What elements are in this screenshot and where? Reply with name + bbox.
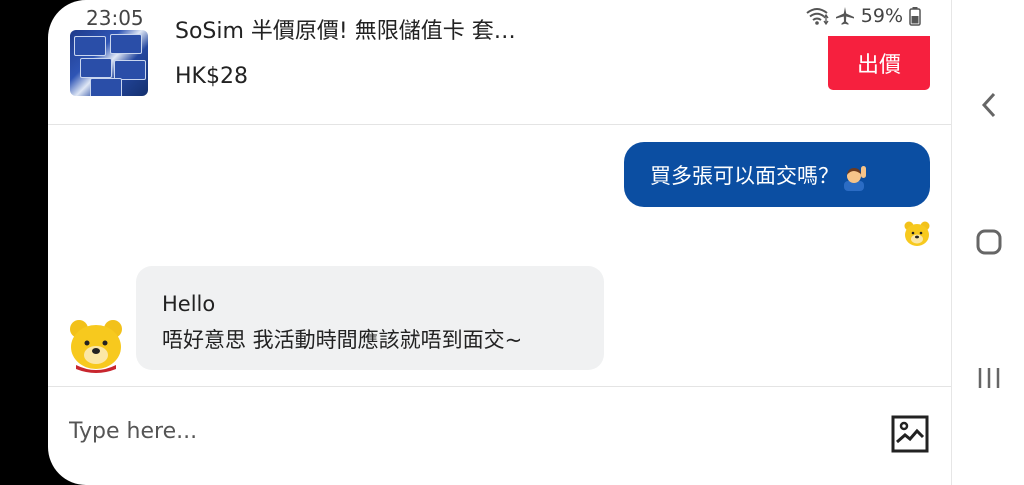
bear-avatar-icon[interactable] [903,219,931,251]
status-icons: 59% [805,5,921,27]
outgoing-message-text: 買多張可以面交嗎？ [650,163,839,188]
product-price: HK$28 [175,64,248,89]
outgoing-message: 買多張可以面交嗎？ [624,142,930,207]
incoming-message-line: 唔好意思 我活動時間應該就唔到面交~ [162,328,523,352]
message-input[interactable] [69,411,849,451]
incoming-message: Hello 唔好意思 我活動時間應該就唔到面交~ [136,266,604,370]
airplane-icon [835,7,854,25]
incoming-message-line: Hello [162,292,216,316]
message-composer [48,386,951,485]
person-raising-hand-emoji [844,165,866,191]
system-nav-bar [951,0,1024,485]
app-screen: SoSim 半價原價! 無限儲值卡 套… HK$28 出價 23:05 59% … [48,0,951,485]
back-icon[interactable] [952,80,1024,130]
wifi-icon [806,8,829,26]
make-offer-button[interactable]: 出價 [828,36,930,90]
recents-icon[interactable] [952,353,1024,403]
image-upload-icon[interactable] [891,415,929,453]
product-title: SoSim 半價原價! 無限儲值卡 套… [175,19,516,42]
home-icon[interactable] [952,217,1024,267]
battery-icon [909,7,921,26]
battery-percent: 59% [860,5,903,27]
status-time: 23:05 [86,6,144,30]
product-thumbnail[interactable] [70,30,148,96]
bear-avatar-icon[interactable] [68,317,124,377]
